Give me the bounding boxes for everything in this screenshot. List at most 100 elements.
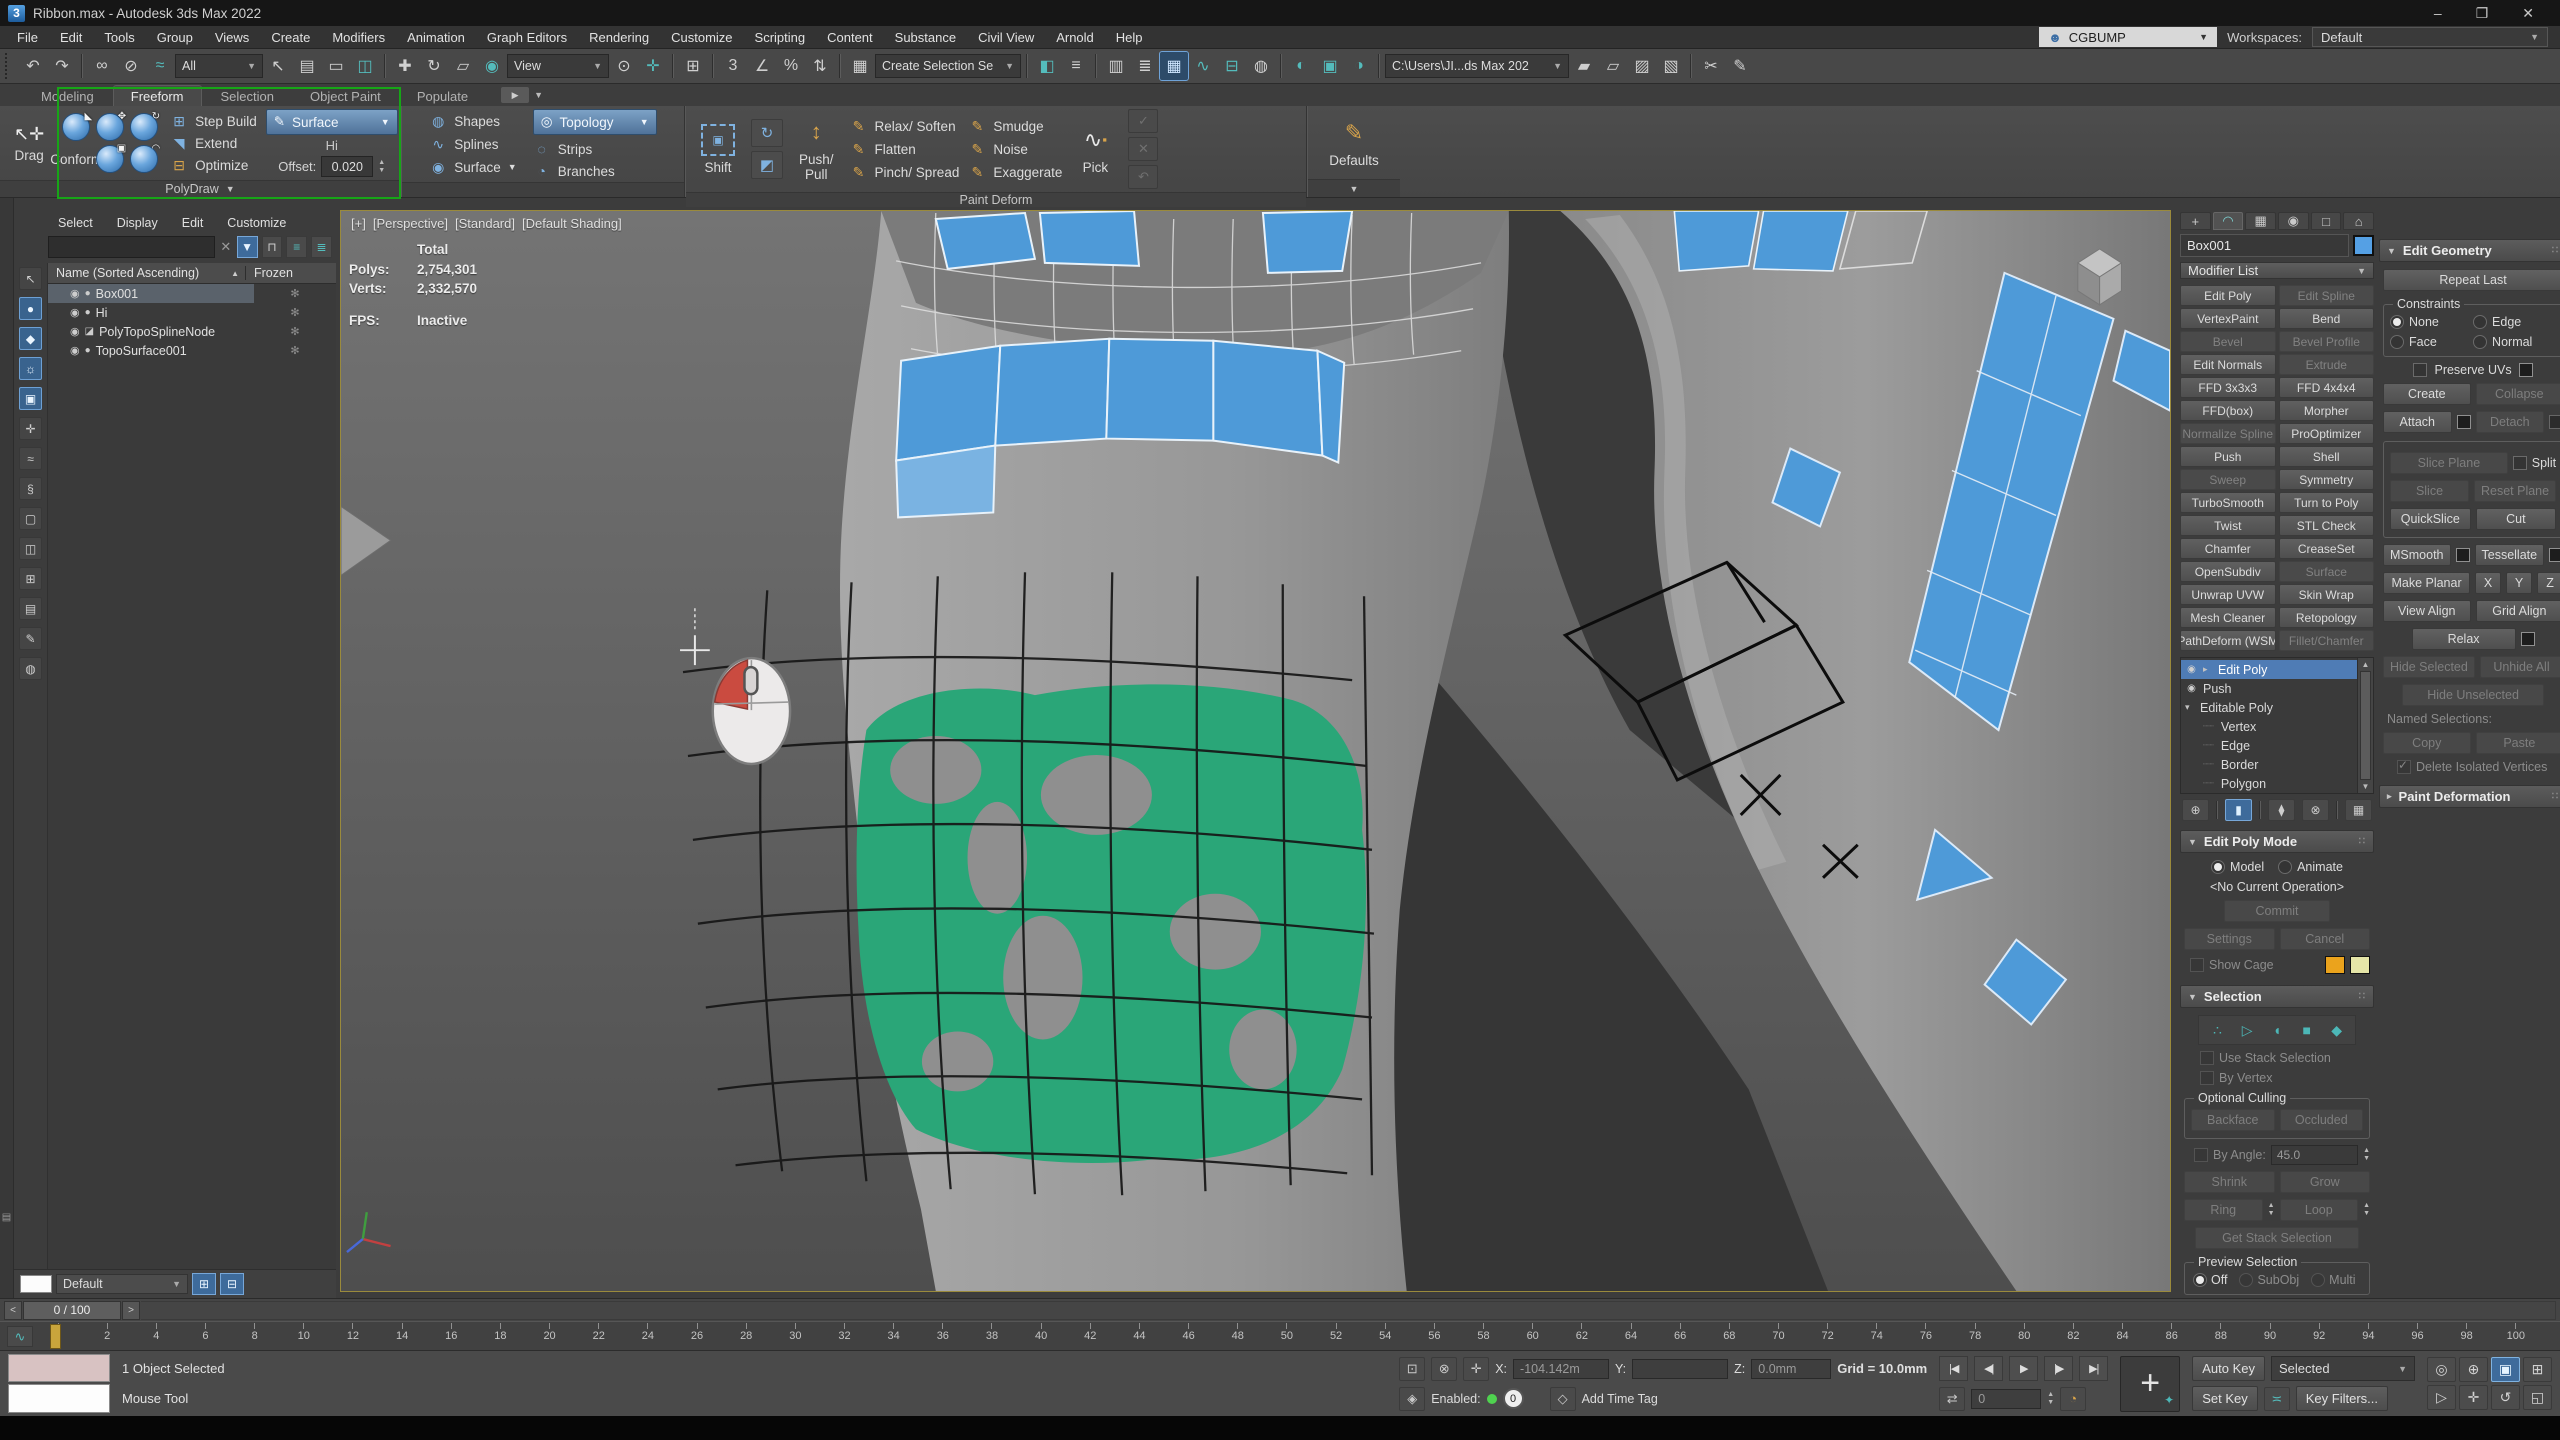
- get-stack-selection-button[interactable]: Get Stack Selection: [2195, 1227, 2359, 1249]
- notification-counter[interactable]: 0: [1503, 1388, 1524, 1409]
- configure-modifier-sets-icon[interactable]: ▦: [2345, 799, 2372, 821]
- zoom-all-icon[interactable]: ⊕: [2459, 1357, 2488, 1382]
- tab-display[interactable]: □: [2311, 212, 2342, 230]
- frame-tick[interactable]: 40: [1029, 1323, 1053, 1349]
- zoom-extents-icon[interactable]: ▣: [2491, 1357, 2520, 1382]
- ribbon-tab-freeform[interactable]: Freeform: [113, 85, 202, 106]
- project-folder-settings-icon[interactable]: ▰: [1570, 52, 1598, 80]
- ribbon-media-icon[interactable]: ▶: [501, 87, 529, 103]
- commit-button[interactable]: Commit: [2224, 900, 2330, 922]
- frame-tick[interactable]: 6: [193, 1323, 217, 1349]
- push-pull-button[interactable]: ↕ Push/Pull: [792, 116, 841, 182]
- active-layer-swatch[interactable]: [20, 1275, 52, 1293]
- frame-tick[interactable]: 20: [538, 1323, 562, 1349]
- frame-tick[interactable]: 50: [1275, 1323, 1299, 1349]
- frame-tick[interactable]: 12: [341, 1323, 365, 1349]
- unhide-all-button[interactable]: Unhide All: [2480, 656, 2560, 678]
- next-frame-button[interactable]: >: [122, 1301, 140, 1320]
- undo-icon[interactable]: ↶: [19, 52, 47, 80]
- select-and-link-icon[interactable]: ∞: [88, 52, 116, 80]
- planar-y-button[interactable]: Y: [2506, 572, 2532, 594]
- set-key-button[interactable]: Set Key: [2192, 1386, 2258, 1411]
- modifier-button-bevel[interactable]: Bevel: [2180, 331, 2276, 352]
- frozen-toggle[interactable]: ✻: [254, 325, 336, 338]
- modifier-button-edit-spline[interactable]: Edit Spline: [2279, 285, 2375, 306]
- list-view-icon[interactable]: ▤: [19, 597, 42, 620]
- frame-tick[interactable]: 98: [2455, 1323, 2479, 1349]
- stack-item-editable-poly[interactable]: ▾Editable Poly: [2181, 698, 2357, 717]
- current-frame-marker[interactable]: [50, 1324, 61, 1349]
- modifier-button-push[interactable]: Push: [2180, 446, 2276, 467]
- scene-object-row[interactable]: ◉●Box001✻: [48, 284, 336, 303]
- expand-icon[interactable]: ▸: [2203, 664, 2213, 675]
- show-cage-checkbox[interactable]: [2190, 958, 2204, 972]
- relax-settings-icon[interactable]: [2521, 632, 2535, 646]
- scroll-up-icon[interactable]: ▲: [2362, 660, 2370, 669]
- menu-animation[interactable]: Animation: [396, 30, 476, 45]
- object-color-swatch[interactable]: [2353, 235, 2374, 256]
- snaps-toggle-icon[interactable]: 3: [719, 52, 747, 80]
- layer-list-icon[interactable]: ⊟: [220, 1273, 244, 1295]
- loop-button[interactable]: Loop: [2280, 1199, 2359, 1221]
- backface-culling-button[interactable]: Backface: [2191, 1109, 2275, 1131]
- space-warps-filter-icon[interactable]: ≈: [19, 447, 42, 470]
- mirror-icon[interactable]: ◧: [1033, 52, 1061, 80]
- redo-icon[interactable]: ↷: [48, 52, 76, 80]
- modifier-button-sweep[interactable]: Sweep: [2180, 469, 2276, 490]
- conform-rotate-icon[interactable]: ↻: [130, 113, 158, 141]
- frame-tick[interactable]: 10: [292, 1323, 316, 1349]
- repeat-last-button[interactable]: Repeat Last: [2383, 269, 2560, 291]
- paint-deform-exaggeratebutton[interactable]: ✎Exaggerate: [968, 164, 1062, 181]
- rectangular-selection-region-icon[interactable]: ▭: [322, 52, 350, 80]
- attach-button[interactable]: Attach: [2383, 411, 2452, 433]
- cage-color-swatch[interactable]: [2325, 956, 2345, 974]
- by-angle-checkbox[interactable]: [2194, 1148, 2208, 1162]
- hide-selected-button[interactable]: Hide Selected: [2383, 656, 2475, 678]
- modifier-button-surface[interactable]: Surface: [2279, 561, 2375, 582]
- polydraw-topology-button[interactable]: ◎Topology▼: [533, 109, 657, 135]
- frozen-toggle[interactable]: ✻: [254, 306, 336, 319]
- visibility-eye-icon[interactable]: ◉: [70, 306, 80, 319]
- modifier-button-bevel-profile[interactable]: Bevel Profile: [2279, 331, 2375, 352]
- folder-link-icon[interactable]: ▨: [1628, 52, 1656, 80]
- search-filter-icon[interactable]: ▼: [237, 236, 258, 258]
- time-tag-cube-icon[interactable]: ◇: [1550, 1387, 1576, 1411]
- frame-tick[interactable]: 14: [390, 1323, 414, 1349]
- frame-tick[interactable]: 48: [1226, 1323, 1250, 1349]
- account-dropdown[interactable]: ☻ CGBUMP ▼: [2039, 27, 2217, 47]
- perspective-viewport[interactable]: [+][Perspective][Standard][Default Shadi…: [340, 210, 2171, 1292]
- tab-motion[interactable]: ◉: [2278, 212, 2309, 230]
- edit-filter-icon[interactable]: ✎: [19, 627, 42, 650]
- explorer-search-input[interactable]: [48, 236, 215, 258]
- defaults-panel-label[interactable]: ▼: [1308, 179, 1400, 197]
- explorer-menu-edit[interactable]: Edit: [172, 214, 214, 232]
- select-and-place-icon[interactable]: ◉: [478, 52, 506, 80]
- menu-tools[interactable]: Tools: [93, 30, 145, 45]
- hide-unselected-button[interactable]: Hide Unselected: [2402, 684, 2544, 706]
- tessellate-button[interactable]: Tessellate: [2475, 544, 2545, 566]
- cancel-button[interactable]: Cancel: [2280, 928, 2371, 950]
- slice-button[interactable]: Slice: [2390, 480, 2469, 502]
- menu-substance[interactable]: Substance: [884, 30, 967, 45]
- show-end-result-icon[interactable]: ▮: [2225, 799, 2252, 821]
- frame-tick[interactable]: 54: [1373, 1323, 1397, 1349]
- tab-modify[interactable]: ◠: [2213, 212, 2244, 230]
- paste-named-selection-button[interactable]: Paste: [2476, 732, 2560, 754]
- select-arrow-filter-icon[interactable]: ↖: [19, 267, 42, 290]
- use-stack-selection-checkbox[interactable]: [2200, 1051, 2214, 1065]
- key-mode-toggle-icon[interactable]: ⇄: [1939, 1387, 1965, 1411]
- y-coordinate-field[interactable]: [1632, 1359, 1728, 1379]
- z-coordinate-field[interactable]: 0.0mm: [1751, 1359, 1831, 1379]
- viewport-menu-general[interactable]: [+]: [351, 216, 366, 231]
- explorer-menu-select[interactable]: Select: [48, 214, 103, 232]
- time-slider-track[interactable]: [141, 1301, 2556, 1320]
- by-angle-spinner[interactable]: ▲▼: [2363, 1147, 2370, 1162]
- slice-plane-button[interactable]: Slice Plane: [2390, 452, 2508, 474]
- zoom-icon[interactable]: ◎: [2427, 1357, 2456, 1382]
- close-button[interactable]: ✕: [2522, 5, 2534, 22]
- detach-settings-icon[interactable]: [2549, 415, 2560, 429]
- tab-utilities[interactable]: ⌂: [2343, 212, 2374, 230]
- settings-button[interactable]: Settings: [2184, 928, 2275, 950]
- frame-tick[interactable]: 22: [587, 1323, 611, 1349]
- constraint-none-radio[interactable]: None: [2390, 315, 2473, 329]
